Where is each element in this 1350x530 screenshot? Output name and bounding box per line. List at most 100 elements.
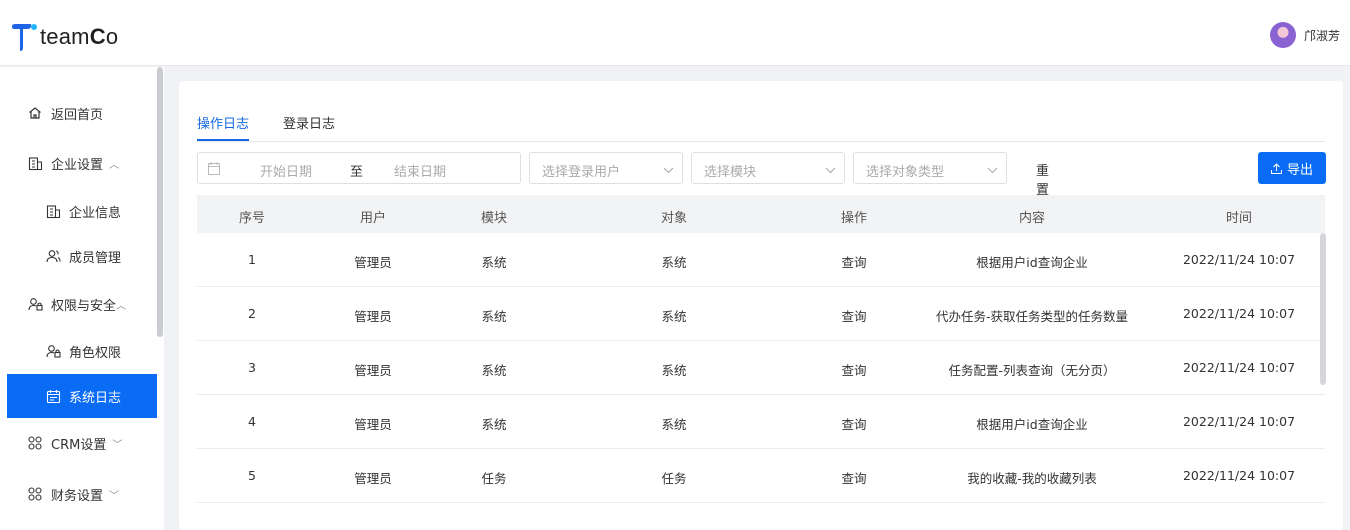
sidebar: 返回首页 企业设置 ︿ 企业信息 成员管理 权限与安全 ︿ 角色权限 系统日志 … bbox=[0, 67, 164, 530]
sidebar-scrollbar[interactable] bbox=[157, 67, 163, 337]
export-button[interactable]: 导出 bbox=[1258, 152, 1326, 184]
content-card: 操作日志 登录日志 开始日期 至 结束日期 选择登录用户 选择模块 选择对象类型… bbox=[179, 81, 1343, 530]
sidebar-item-label: 企业设置 bbox=[51, 157, 104, 173]
date-range-picker[interactable]: 开始日期 至 结束日期 bbox=[197, 152, 521, 184]
sidebar-item-label: CRM设置 bbox=[51, 437, 107, 453]
building-icon bbox=[27, 155, 43, 171]
cell-content: 根据用户id查询企业 bbox=[976, 255, 1088, 270]
select-placeholder: 选择对象类型 bbox=[866, 165, 945, 180]
cell-user: 管理员 bbox=[354, 309, 392, 324]
column-header-user: 用户 bbox=[359, 211, 387, 226]
username: 邝淑芳 bbox=[1303, 28, 1340, 43]
sidebar-item-enterprise-settings[interactable]: 企业设置 ︿ bbox=[7, 141, 157, 185]
log-table: 序号 用户 模块 对象 操作 内容 时间 1 管理员 系统 系统 查询 根据用户… bbox=[197, 195, 1325, 503]
sidebar-item-members[interactable]: 成员管理 bbox=[7, 234, 157, 278]
logo-text: teamCo bbox=[40, 24, 119, 49]
top-header: teamCo 邝淑芳 bbox=[0, 0, 1350, 66]
object-type-select[interactable]: 选择对象类型 bbox=[853, 152, 1007, 184]
sidebar-item-crm-settings[interactable]: CRM设置 ﹀ bbox=[7, 421, 157, 465]
teamco-logo[interactable]: teamCo bbox=[10, 22, 118, 52]
user-menu[interactable]: 邝淑芳 bbox=[1269, 22, 1340, 48]
cell-object: 系统 bbox=[661, 417, 687, 432]
cell-index: 3 bbox=[248, 360, 256, 375]
range-separator: 至 bbox=[350, 165, 364, 180]
cell-index: 5 bbox=[248, 468, 256, 483]
calendar-icon bbox=[45, 388, 61, 404]
cell-index: 2 bbox=[248, 306, 256, 321]
cell-object: 系统 bbox=[661, 309, 687, 324]
cell-module: 系统 bbox=[481, 309, 507, 324]
sidebar-item-label: 返回首页 bbox=[51, 107, 104, 123]
cell-content: 代办任务-获取任务类型的任务数量 bbox=[935, 309, 1129, 324]
column-header-module: 模块 bbox=[480, 211, 508, 226]
grid-icon bbox=[27, 435, 43, 451]
sidebar-item-enterprise-info[interactable]: 企业信息 bbox=[7, 189, 157, 233]
end-date-input[interactable]: 结束日期 bbox=[394, 161, 446, 180]
users-icon bbox=[45, 248, 61, 264]
sidebar-item-label: 成员管理 bbox=[69, 250, 122, 266]
tab-operation-log[interactable]: 操作日志 bbox=[197, 113, 249, 132]
login-user-select[interactable]: 选择登录用户 bbox=[529, 152, 683, 184]
cell-module: 系统 bbox=[481, 255, 507, 270]
log-tabs: 操作日志 登录日志 bbox=[197, 107, 1325, 142]
column-header-content: 内容 bbox=[1018, 211, 1046, 226]
cell-content: 根据用户id查询企业 bbox=[976, 417, 1088, 432]
cell-operation: 查询 bbox=[841, 363, 867, 378]
table-row[interactable]: 2 管理员 系统 系统 查询 代办任务-获取任务类型的任务数量 2022/11/… bbox=[197, 287, 1325, 341]
cell-object: 系统 bbox=[661, 363, 687, 378]
sidebar-item-label: 角色权限 bbox=[69, 345, 122, 361]
chevron-up-icon: ︿ bbox=[116, 300, 127, 312]
column-header-index: 序号 bbox=[238, 211, 266, 226]
logo-mark-icon bbox=[10, 22, 38, 52]
table-row[interactable]: 3 管理员 系统 系统 查询 任务配置-列表查询（无分页） 2022/11/24… bbox=[197, 341, 1325, 395]
sidebar-item-system-log[interactable]: 系统日志 bbox=[7, 374, 157, 418]
table-header: 序号 用户 模块 对象 操作 内容 时间 bbox=[197, 195, 1325, 233]
column-header-object: 对象 bbox=[660, 211, 688, 226]
chevron-down-icon bbox=[987, 163, 998, 178]
cell-user: 管理员 bbox=[354, 417, 392, 432]
sidebar-item-role-permissions[interactable]: 角色权限 bbox=[7, 329, 157, 373]
reset-button[interactable]: 重置 bbox=[1036, 160, 1049, 198]
select-placeholder: 选择登录用户 bbox=[542, 165, 621, 180]
cell-index: 4 bbox=[248, 414, 256, 429]
sidebar-item-finance-settings[interactable]: 财务设置 ﹀ bbox=[7, 472, 157, 516]
cell-time: 2022/11/24 10:07 bbox=[1182, 306, 1296, 321]
sidebar-item-label: 权限与安全 bbox=[51, 298, 117, 314]
cell-module: 系统 bbox=[481, 363, 507, 378]
sidebar-item-permissions-security[interactable]: 权限与安全 ︿ bbox=[7, 282, 157, 326]
tab-login-log[interactable]: 登录日志 bbox=[283, 113, 335, 132]
avatar[interactable] bbox=[1269, 22, 1296, 48]
export-label: 导出 bbox=[1286, 162, 1313, 178]
sidebar-item-label: 财务设置 bbox=[51, 488, 104, 504]
cell-operation: 查询 bbox=[841, 417, 867, 432]
cell-operation: 查询 bbox=[841, 255, 867, 270]
cell-user: 管理员 bbox=[354, 255, 392, 270]
chevron-down-icon bbox=[663, 163, 674, 178]
cell-module: 任务 bbox=[481, 471, 507, 486]
column-header-time: 时间 bbox=[1225, 211, 1253, 226]
table-row[interactable]: 5 管理员 任务 任务 查询 我的收藏-我的收藏列表 2022/11/24 10… bbox=[197, 449, 1325, 503]
table-scrollbar[interactable] bbox=[1320, 233, 1326, 385]
cell-user: 管理员 bbox=[354, 471, 392, 486]
start-date-input[interactable]: 开始日期 bbox=[260, 161, 312, 180]
cell-module: 系统 bbox=[481, 417, 507, 432]
table-row[interactable]: 4 管理员 系统 系统 查询 根据用户id查询企业 2022/11/24 10:… bbox=[197, 395, 1325, 449]
sidebar-item-label: 系统日志 bbox=[69, 390, 122, 406]
cell-user: 管理员 bbox=[354, 363, 392, 378]
user-lock-icon bbox=[27, 296, 43, 312]
cell-operation: 查询 bbox=[841, 309, 867, 324]
table-row[interactable]: 1 管理员 系统 系统 查询 根据用户id查询企业 2022/11/24 10:… bbox=[197, 233, 1325, 287]
cell-time: 2022/11/24 10:07 bbox=[1182, 468, 1296, 483]
chevron-down-icon: ﹀ bbox=[109, 490, 120, 502]
chevron-up-icon: ︿ bbox=[109, 159, 120, 171]
module-select[interactable]: 选择模块 bbox=[691, 152, 845, 184]
building-icon bbox=[45, 203, 61, 219]
column-header-operation: 操作 bbox=[840, 211, 868, 226]
cell-time: 2022/11/24 10:07 bbox=[1182, 360, 1296, 375]
active-tab-indicator bbox=[197, 139, 249, 141]
sidebar-item-home[interactable]: 返回首页 bbox=[7, 91, 157, 135]
select-placeholder: 选择模块 bbox=[704, 165, 757, 180]
sidebar-item-label: 企业信息 bbox=[69, 205, 122, 221]
upload-icon bbox=[1270, 162, 1282, 174]
cell-operation: 查询 bbox=[841, 471, 867, 486]
